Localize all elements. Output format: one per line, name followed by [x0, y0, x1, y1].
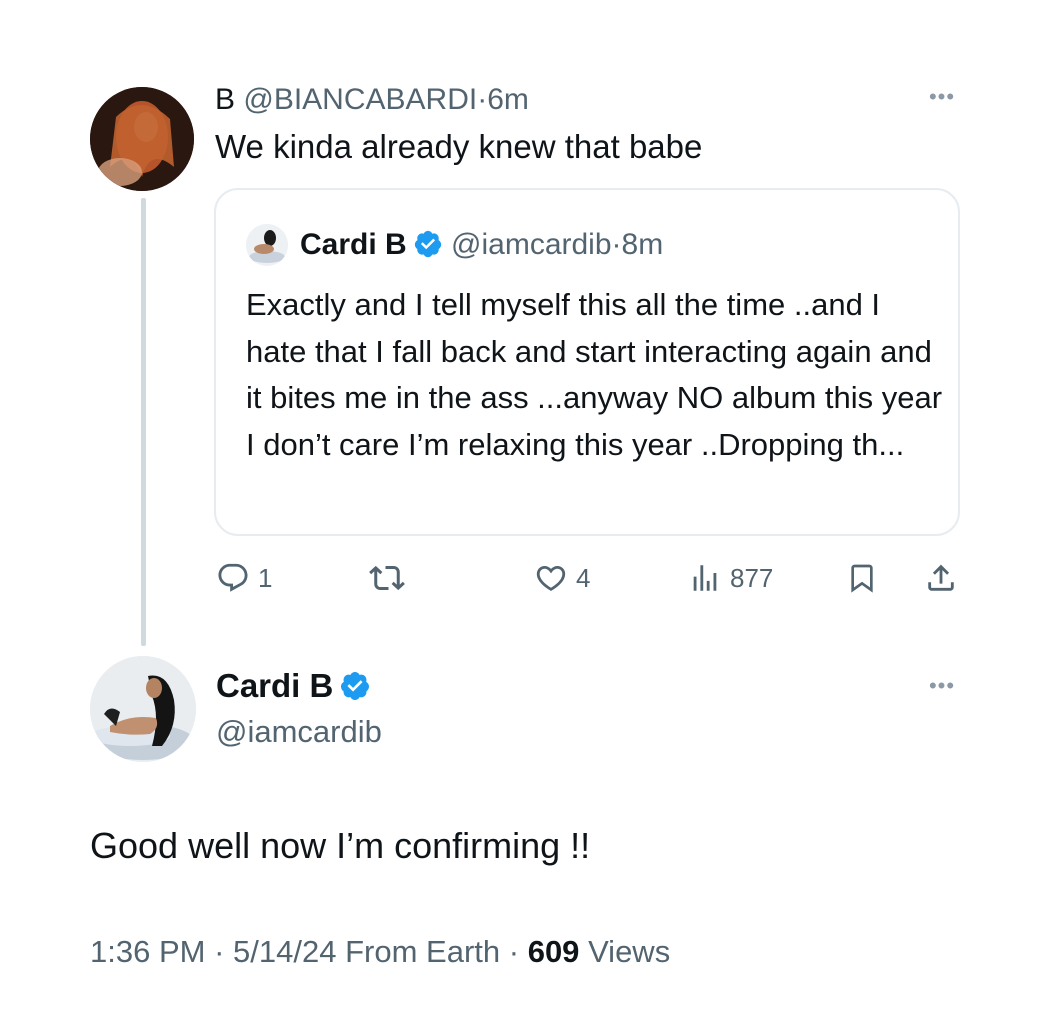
verified-badge-icon [414, 230, 441, 258]
thread-connector-line [141, 198, 146, 646]
verified-badge-icon [341, 672, 370, 700]
separator-dot: · [508, 934, 520, 969]
tweet-metadata: 1:36 PM · 5/14/24 From Earth · 609 Views [90, 930, 670, 974]
bookmark-icon [851, 564, 873, 593]
reply-tweet-text: We kinda already knew that babe [215, 128, 703, 165]
share-button[interactable] [924, 556, 958, 600]
bookmark-button[interactable] [846, 556, 878, 600]
quoted-author-handle: @iamcardib [451, 228, 612, 261]
tweet-date[interactable]: 5/14/24 [233, 934, 336, 969]
quoted-time: 8m [621, 228, 664, 261]
quoted-tweet-header: Cardi B @iamcardib·8m [300, 223, 663, 267]
retweet-button[interactable] [369, 556, 413, 600]
main-author-handle[interactable]: @iamcardib [216, 710, 382, 754]
more-horizontal-icon[interactable]: ••• [922, 675, 962, 697]
reply-author-handle[interactable]: @BIANCABARDI [243, 83, 477, 116]
avatar-iamcardib-small [246, 224, 288, 266]
reply-time[interactable]: 6m [487, 83, 529, 116]
tweet-thread-page: B @BIANCABARDI·6m ••• We kinda already k… [0, 0, 1040, 1032]
like-button[interactable]: 4 [534, 556, 590, 600]
analytics-icon [693, 565, 717, 591]
separator-dot: · [214, 934, 225, 969]
tweet-action-bar: 1 4 877 [214, 556, 974, 600]
more-horizontal-icon[interactable]: ••• [922, 86, 962, 108]
quoted-tweet-card[interactable]: Cardi B @iamcardib·8m Exactly and I tell… [214, 188, 960, 536]
reply-author-name[interactable]: B [215, 83, 235, 116]
main-tweet-text: Good well now I’m confirming !! [90, 825, 591, 866]
tweet-time[interactable]: 1:36 PM [90, 934, 205, 969]
reply-count: 1 [258, 562, 273, 593]
main-author-name-text: Cardi B [216, 667, 334, 704]
separator-dot: · [611, 228, 622, 261]
reply-tweet-header: B @BIANCABARDI·6m [215, 80, 529, 120]
main-author-name[interactable]: Cardi B [216, 664, 371, 708]
reply-icon [218, 563, 248, 592]
quoted-author-name: Cardi B [300, 228, 407, 261]
views-button[interactable]: 877 [688, 556, 773, 600]
heart-icon [536, 565, 566, 591]
separator-dot: · [477, 83, 488, 116]
retweet-icon [369, 565, 405, 591]
tweet-source: From Earth [345, 934, 501, 969]
views-count: 877 [730, 562, 774, 593]
avatar-biancabardi[interactable] [90, 87, 194, 191]
share-icon [928, 564, 954, 591]
reply-button[interactable]: 1 [216, 556, 272, 600]
like-count: 4 [576, 562, 591, 593]
avatar-iamcardib[interactable] [90, 656, 196, 762]
main-views-count: 609 [527, 934, 580, 969]
views-label: Views [588, 934, 671, 969]
quoted-tweet-text: Exactly and I tell myself this all the t… [246, 287, 943, 462]
